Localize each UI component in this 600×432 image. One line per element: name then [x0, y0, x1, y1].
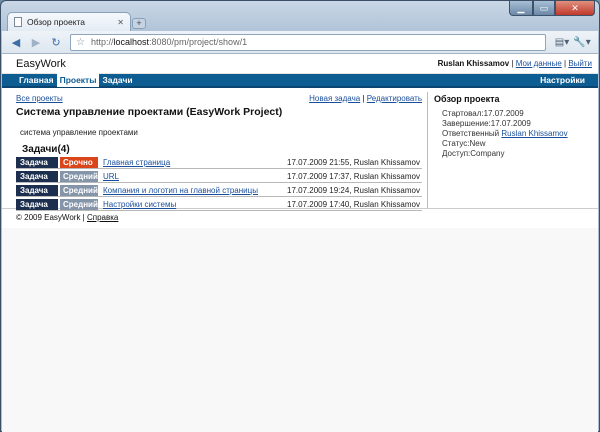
task-link[interactable]: Компания и логотип на главной страницы — [103, 186, 258, 195]
tab-strip: Обзор проекта ✕ + ▁ ▭ ✕ — [1, 1, 599, 31]
all-projects-link[interactable]: Все проекты — [16, 94, 63, 103]
menu-home[interactable]: Главная — [16, 73, 57, 87]
page-content: Все проекты Новая задача | Редактировать… — [2, 88, 598, 211]
maximize-button[interactable]: ▭ — [533, 1, 555, 16]
task-type-badge: Задача — [16, 170, 58, 182]
task-link[interactable]: Главная страница — [103, 158, 170, 167]
app-header: EasyWork Ruslan Khissamov | Мои данные |… — [2, 54, 598, 74]
owner-row: Ответственный Ruslan Khissamov — [442, 129, 568, 138]
priority-badge: Средний — [60, 184, 98, 196]
started-date: Стартовал:17.07.2009 — [442, 109, 524, 118]
task-link[interactable]: URL — [103, 172, 119, 181]
window-controls: ▁ ▭ ✕ — [509, 1, 595, 16]
task-meta: 17.07.2009 19:24, Ruslan Khissamov — [287, 185, 420, 195]
my-data-link[interactable]: Мои данные — [516, 59, 562, 68]
user-box: Ruslan Khissamov | Мои данные | Выйти — [437, 59, 592, 68]
task-row: Задача Средний Настройки системы 17.07.2… — [16, 198, 422, 211]
tab-title: Обзор проекта — [27, 17, 86, 27]
brand-logo[interactable]: EasyWork — [16, 58, 66, 70]
task-type-badge: Задача — [16, 198, 58, 210]
browser-window: Обзор проекта ✕ + ▁ ▭ ✕ ◀ ▶ ↻ ☆ http://l… — [0, 0, 600, 432]
help-link[interactable]: Справка — [87, 213, 118, 222]
task-meta: 17.07.2009 21:55, Ruslan Khissamov — [287, 157, 420, 167]
page-title: Система управление проектами (EasyWork P… — [16, 106, 283, 118]
task-link[interactable]: Настройки системы — [103, 200, 176, 209]
task-type-badge: Задача — [16, 184, 58, 196]
edit-link[interactable]: Редактировать — [367, 94, 422, 103]
menu-tasks[interactable]: Задачи — [99, 73, 135, 87]
user-name: Ruslan Khissamov — [437, 59, 510, 68]
owner-link[interactable]: Ruslan Khissamov — [501, 129, 567, 138]
menu-settings[interactable]: Настройки — [537, 73, 588, 87]
minimize-button[interactable]: ▁ — [509, 1, 533, 16]
project-main: Все проекты Новая задача | Редактировать… — [16, 94, 422, 211]
task-type-badge: Задача — [16, 156, 58, 168]
priority-badge: Срочно — [60, 156, 98, 168]
access-text: Доступ:Company — [442, 149, 505, 158]
page-footer: © 2009 EasyWork | Справка — [2, 208, 598, 228]
new-tab-button[interactable]: + — [132, 18, 146, 29]
project-description: система управление проектами — [20, 128, 138, 137]
page-icon — [14, 17, 22, 27]
wrench-icon[interactable]: 🔧▾ — [572, 34, 592, 50]
star-icon[interactable]: ☆ — [76, 37, 85, 48]
new-task-link[interactable]: Новая задача — [309, 94, 360, 103]
reload-icon[interactable]: ↻ — [48, 34, 64, 50]
page-viewport: EasyWork Ruslan Khissamov | Мои данные |… — [2, 54, 598, 432]
finished-date: Завершение:17.07.2009 — [442, 119, 531, 128]
tasks-heading: Задачи(4) — [22, 144, 70, 155]
browser-tab[interactable]: Обзор проекта ✕ — [7, 12, 131, 31]
address-bar[interactable]: ☆ http://localhost:8080/pm/project/show/… — [70, 33, 546, 51]
copyright-text: © 2009 EasyWork | — [16, 213, 87, 222]
main-menu: Главная Проекты Задачи Настройки — [2, 73, 598, 88]
overview-title: Обзор проекта — [434, 94, 500, 104]
logout-link[interactable]: Выйти — [568, 59, 592, 68]
task-meta: 17.07.2009 17:37, Ruslan Khissamov — [287, 171, 420, 181]
forward-icon[interactable]: ▶ — [28, 34, 44, 50]
back-icon[interactable]: ◀ — [8, 34, 24, 50]
project-overview-panel: Обзор проекта Стартовал:17.07.2009 Завер… — [427, 92, 587, 208]
close-window-button[interactable]: ✕ — [555, 1, 595, 16]
task-meta: 17.07.2009 17:40, Ruslan Khissamov — [287, 199, 420, 209]
priority-badge: Средний — [60, 170, 98, 182]
task-row: Задача Срочно Главная страница 17.07.200… — [16, 156, 422, 169]
project-actions: Все проекты Новая задача | Редактировать — [16, 94, 422, 103]
priority-badge: Средний — [60, 198, 98, 210]
status-text: Статус:New — [442, 139, 486, 148]
page-menu-icon[interactable]: ▤▾ — [552, 34, 572, 50]
menu-projects[interactable]: Проекты — [56, 73, 100, 87]
url-text: http://localhost:8080/pm/project/show/1 — [90, 37, 248, 47]
browser-toolbar: ◀ ▶ ↻ ☆ http://localhost:8080/pm/project… — [2, 31, 598, 54]
task-row: Задача Средний Компания и логотип на гла… — [16, 184, 422, 197]
close-tab-icon[interactable]: ✕ — [117, 18, 124, 27]
overview-list: Стартовал:17.07.2009 Завершение:17.07.20… — [442, 109, 587, 159]
task-row: Задача Средний URL 17.07.2009 17:37, Rus… — [16, 170, 422, 183]
